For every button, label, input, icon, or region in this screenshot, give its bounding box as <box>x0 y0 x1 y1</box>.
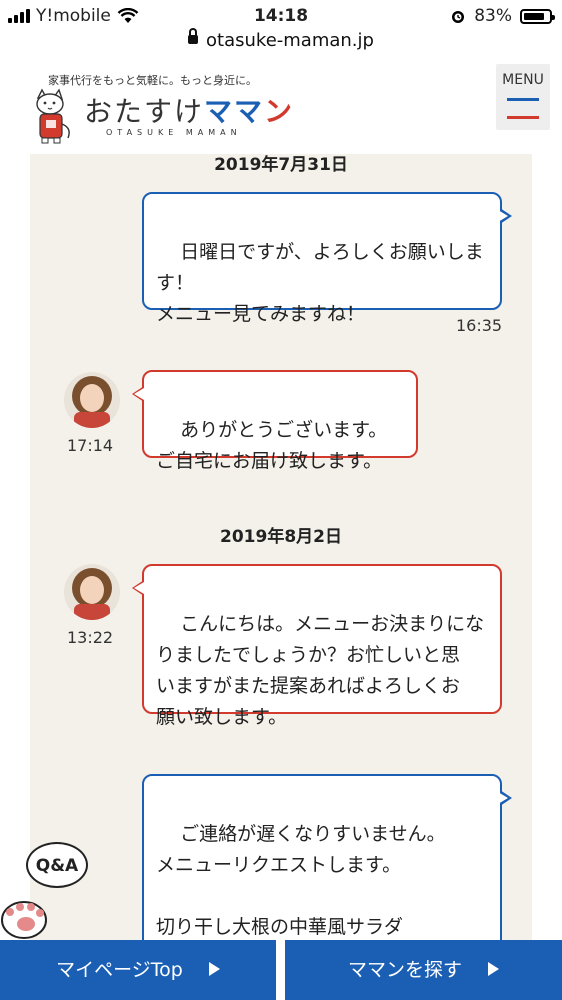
find-maman-button[interactable]: ママンを探す <box>285 940 562 1000</box>
logo-n-red: ン <box>264 95 295 128</box>
status-bar: Y!mobile 14:18 83% <box>0 0 562 34</box>
message-bubble-user: ご連絡が遅くなりすいません。 メニューリクエストします。 切り干し大根の中華風サ… <box>142 774 512 954</box>
site-header: 家事代行をもっと気軽に。もっと身近に。 おたすけママン OTASUKE MAMA… <box>0 62 562 154</box>
bubble-tail <box>132 580 144 596</box>
staff-avatar[interactable] <box>64 564 120 620</box>
date-divider: 2019年8月2日 <box>220 527 342 547</box>
message-time: 13:22 <box>67 628 114 647</box>
message-text: こんにちは。メニューお決まりにな りましたでしょうか？お忙しいと思 いますがまた… <box>156 613 485 728</box>
find-maman-label: ママンを探す <box>347 959 462 981</box>
message-text: ありがとうございます。 ご自宅にお届け致します。 <box>156 419 388 472</box>
menu-bar-blue-icon <box>507 98 539 101</box>
logo-subtitle: OTASUKE MAMAN <box>106 128 242 137</box>
site-tagline: 家事代行をもっと気軽に。もっと身近に。 <box>48 74 257 87</box>
arrow-right-icon <box>488 961 499 976</box>
battery-percent: 83% <box>474 6 512 26</box>
url-text: otasuke-maman.jp <box>206 30 374 51</box>
chat-area[interactable]: 2019年7月31日 日曜日ですが、よろしくお願いしま す！ メニュー見てみます… <box>30 154 532 954</box>
menu-bar-red-icon <box>507 116 539 119</box>
arrow-right-icon <box>208 961 220 976</box>
message-bubble-user: 日曜日ですが、よろしくお願いしま す！ メニュー見てみますね！ <box>142 192 512 325</box>
bubble-tail <box>498 208 512 224</box>
paw-icon[interactable] <box>0 882 56 942</box>
lock-icon <box>188 27 199 44</box>
status-right: 83% <box>450 6 555 26</box>
message-time: 17:14 <box>67 436 114 455</box>
message-bubble-staff: ありがとうございます。 ご自宅にお届け致します。 <box>132 370 418 472</box>
staff-avatar[interactable] <box>64 372 120 428</box>
cat-mascot-logo[interactable] <box>28 88 76 144</box>
date-divider: 2019年7月31日 <box>214 155 348 175</box>
message-time: 16:35 <box>456 316 503 335</box>
menu-label: MENU <box>502 72 544 88</box>
logo-prefix: おたすけ <box>84 95 205 128</box>
bubble-tail <box>498 790 512 806</box>
site-logo-text[interactable]: おたすけママン <box>84 90 294 130</box>
battery-icon <box>520 8 555 24</box>
message-text: ご連絡が遅くなりすいません。 メニューリクエストします。 切り干し大根の中華風サ… <box>156 823 476 954</box>
bubble-tail <box>132 386 144 402</box>
logo-ma-blue-2: マ <box>234 95 265 128</box>
alarm-icon <box>452 11 465 23</box>
message-bubble-staff: こんにちは。メニューお決まりにな りましたでしょうか？お忙しいと思 いますがまた… <box>132 564 502 728</box>
message-text: 日曜日ですが、よろしくお願いしま す！ メニュー見てみますね！ <box>156 241 484 325</box>
bottom-navigation: マイページTop ママンを探す <box>0 940 562 1000</box>
menu-button[interactable]: MENU <box>496 64 550 130</box>
mypage-label: マイページTop <box>56 959 183 981</box>
url-bar[interactable]: otasuke-maman.jp <box>0 27 562 58</box>
logo-ma-blue: マ <box>204 95 235 128</box>
mypage-top-button[interactable]: マイページTop <box>0 940 276 1000</box>
